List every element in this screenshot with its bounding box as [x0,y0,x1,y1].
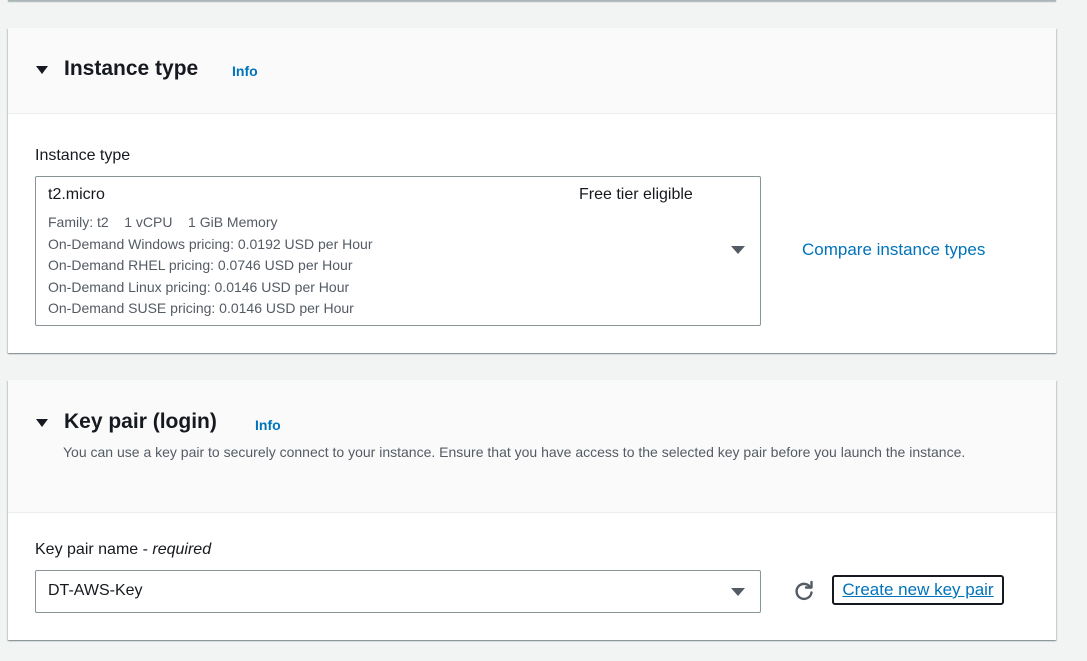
compare-instance-types-link[interactable]: Compare instance types [802,240,985,260]
create-new-key-pair-link[interactable]: Create new key pair [832,575,1004,605]
key-pair-info-link[interactable]: Info [255,417,281,433]
refresh-key-pairs-button[interactable] [791,578,817,604]
windows-pricing: On-Demand Windows pricing: 0.0192 USD pe… [48,236,373,252]
instance-type-title: Instance type [64,57,199,80]
instance-type-field-label: Instance type [35,147,131,164]
rhel-pricing: On-Demand RHEL pricing: 0.0746 USD per H… [48,257,353,273]
key-pair-field-label: Key pair name - required [35,541,211,559]
key-pair-title: Key pair (login) [64,410,217,433]
previous-panel-edge [8,0,1056,1]
key-pair-selected-value: DT-AWS-Key [48,582,143,599]
key-pair-field-label-text: Key pair name - [35,541,153,558]
caret-down-icon[interactable] [36,419,48,427]
dropdown-caret-icon [731,588,745,596]
required-marker: required [152,541,212,558]
instance-type-panel: Instance type Info Instance type t2.micr… [8,28,1056,353]
suse-pricing: On-Demand SUSE pricing: 0.0146 USD per H… [48,300,354,316]
caret-down-icon[interactable] [36,66,48,74]
instance-type-header[interactable]: Instance type Info [8,28,1056,114]
dropdown-caret-icon [731,246,745,254]
key-pair-description: You can use a key pair to securely conne… [63,444,966,460]
free-tier-badge: Free tier eligible [579,186,693,203]
refresh-icon [795,580,813,601]
instance-type-info-link[interactable]: Info [232,63,258,79]
linux-pricing: On-Demand Linux pricing: 0.0146 USD per … [48,279,350,295]
instance-type-select[interactable]: t2.micro Free tier eligible Family: t2 1… [35,176,761,326]
key-pair-select[interactable]: DT-AWS-Key [35,570,761,613]
instance-family-details: Family: t2 1 vCPU 1 GiB Memory [48,214,278,230]
instance-type-name: t2.micro [48,186,105,203]
key-pair-header[interactable]: Key pair (login) Info You can use a key … [8,380,1056,513]
key-pair-panel: Key pair (login) Info You can use a key … [8,380,1056,640]
